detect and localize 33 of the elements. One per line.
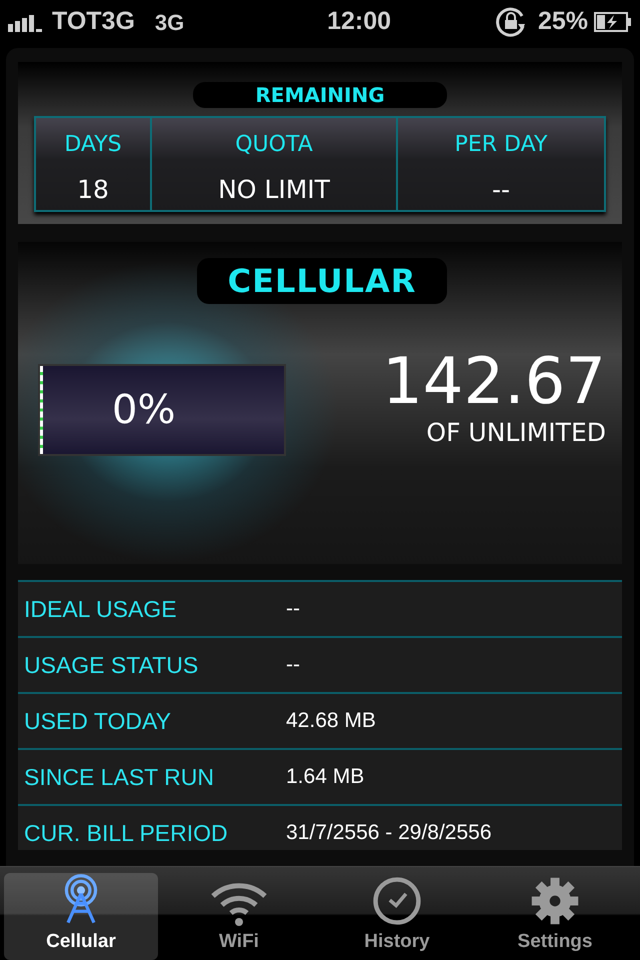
- battery-percent: 25%: [538, 6, 588, 38]
- tab-button[interactable]: History: [320, 873, 474, 960]
- network-type: 3G: [154, 8, 184, 36]
- detail-label: IDEAL USAGE: [24, 594, 178, 624]
- meter-reading: 0%: [112, 386, 176, 435]
- clock-icon: [372, 876, 422, 926]
- detail-label: CUR. BILL PERIOD: [24, 818, 229, 848]
- detail-label: USAGE STATUS: [24, 650, 200, 680]
- clock-time: 12:00: [326, 6, 392, 38]
- detail-value: 1.64 MB: [286, 764, 364, 790]
- tab-button[interactable]: Settings: [478, 873, 632, 960]
- column-value: --: [490, 174, 512, 206]
- tab-button[interactable]: WiFi: [162, 873, 316, 960]
- detail-value: --: [286, 596, 300, 622]
- settings-icon: [530, 876, 580, 926]
- detail-value: --: [286, 652, 300, 678]
- column-value: NO LIMIT: [217, 174, 331, 206]
- section-title: REMAINING: [193, 82, 447, 108]
- column-label: QUOTA: [234, 131, 314, 159]
- detail-value: 42.68 MB: [286, 708, 376, 734]
- column-label: DAYS: [63, 131, 123, 159]
- column-value: 18: [76, 174, 110, 206]
- usage-amount: 142.67: [382, 350, 606, 414]
- rotation-lock-icon: [494, 6, 528, 38]
- column-label: PER DAY: [454, 131, 548, 159]
- carrier-name: TOT3G: [52, 6, 135, 38]
- detail-label: USED TODAY: [24, 706, 172, 736]
- battery-icon: [594, 12, 632, 32]
- detail-label: SINCE LAST RUN: [24, 762, 216, 792]
- tab-button[interactable]: Cellular: [4, 873, 158, 960]
- section-title: CELLULAR: [197, 258, 447, 304]
- quota-caption: OF UNLIMITED: [425, 417, 606, 449]
- detail-value: 31/7/2556 - 29/8/2556: [286, 820, 492, 846]
